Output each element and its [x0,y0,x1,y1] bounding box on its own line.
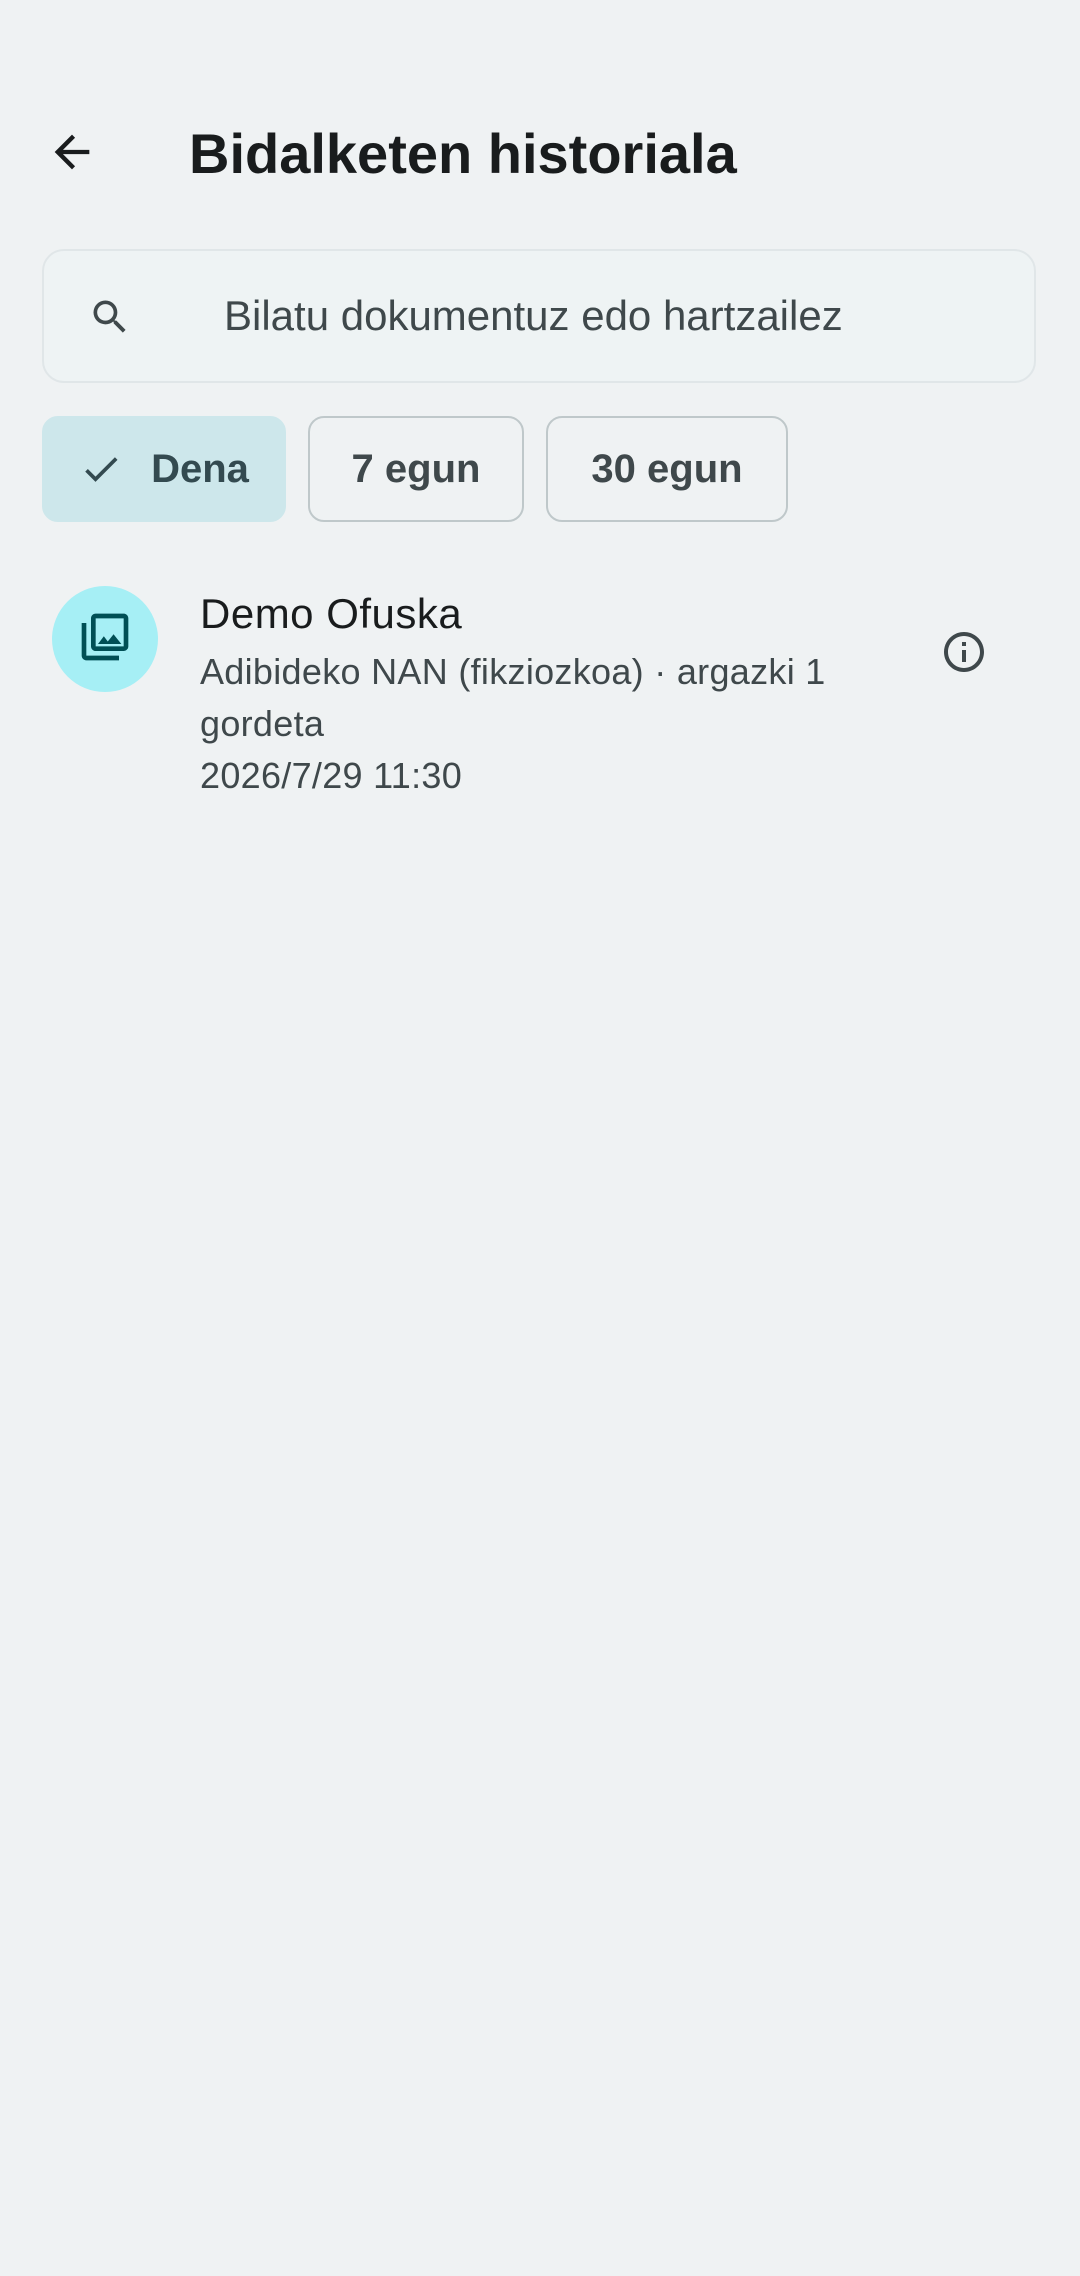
chip-label: Dena [151,446,249,491]
top-app-bar: Bidalketen historiala [0,96,1080,212]
info-icon [940,628,988,681]
search-input[interactable] [180,251,1000,381]
check-icon [79,447,123,491]
chip-7-days[interactable]: 7 egun [308,416,524,522]
list-item[interactable]: Demo Ofuska Adibideko NAN (fikziozkoa) ·… [0,560,1080,820]
info-button[interactable] [926,616,1002,692]
photo-library-icon [77,609,133,670]
chip-all[interactable]: Dena [42,416,286,522]
list-item-subtitle: Adibideko NAN (fikziozkoa) · argazki 1 g… [200,651,826,744]
back-button[interactable] [36,118,108,190]
chip-label: 30 egun [591,446,743,491]
page-title: Bidalketen historiala [189,122,737,185]
chip-30-days[interactable]: 30 egun [546,416,788,522]
search-field[interactable] [42,249,1036,383]
list-item-text: Demo Ofuska Adibideko NAN (fikziozkoa) ·… [200,586,890,802]
avatar [52,586,158,692]
search-icon [84,291,136,343]
arrow-back-icon [46,126,98,183]
list-item-title: Demo Ofuska [200,590,463,637]
list-item-date: 2026/7/29 11:30 [200,755,463,796]
chip-label: 7 egun [351,446,481,491]
history-screen: Bidalketen historiala Dena 7 egun 30 egu… [0,0,1080,2276]
